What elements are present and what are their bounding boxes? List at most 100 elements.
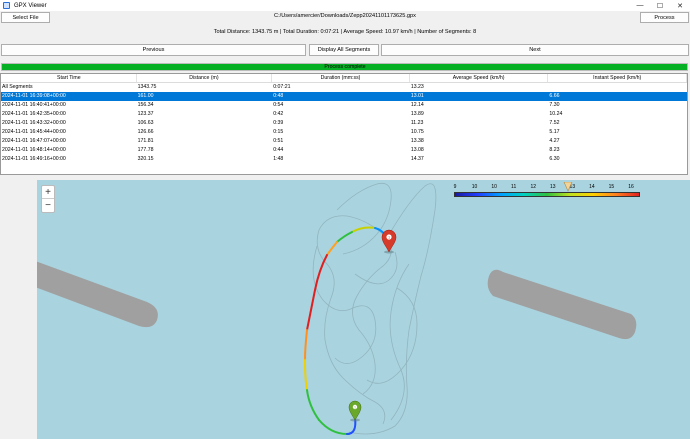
table-row[interactable]: 2024-11-01 16:39:08+00:00 161.00 0:48 13.01… (1, 92, 687, 101)
table-cell: All Segments (2, 84, 33, 90)
table-cell: 123.37 (137, 111, 154, 117)
table-cell: 1:48 (273, 156, 284, 162)
column-header[interactable]: Start Time (1, 74, 137, 82)
window-title: GPX Viewer (14, 2, 47, 9)
zoom-out-button[interactable]: − (42, 199, 54, 212)
table-cell: 6.30 (549, 156, 560, 162)
close-button[interactable]: ✕ (670, 0, 690, 11)
table-cell: 2024-11-01 16:43:32+00:00 (2, 120, 66, 126)
table-row[interactable]: 2024-11-01 16:42:35+00:00 123.37 0:42 13.89… (1, 110, 687, 119)
table-cell: 0:39 (273, 120, 284, 126)
column-header[interactable]: Distance (m) (137, 74, 273, 82)
legend-tick-label: 11 (511, 184, 517, 190)
legend-tick-label: 14 (589, 184, 595, 190)
table-cell: 5.17 (549, 129, 560, 135)
table-cell: 126.66 (137, 129, 154, 135)
table-cell: 10.75 (410, 129, 424, 135)
svg-text:1: 1 (388, 236, 390, 240)
svg-text:1: 1 (354, 405, 356, 409)
table-row[interactable]: 2024-11-01 16:48:14+00:00 177.78 0:44 13.08… (1, 146, 687, 155)
table-row[interactable]: 2024-11-01 16:45:44+00:00 126.66 0:15 10.75… (1, 128, 687, 137)
minimize-button[interactable]: — (630, 0, 650, 11)
previous-button[interactable]: Previous (1, 44, 306, 56)
table-cell: 161.00 (137, 93, 154, 99)
legend-indicator-icon (563, 182, 573, 192)
table-row[interactable]: All Segments 1343.75 0:07:21 13.23 (1, 83, 687, 92)
legend-tick-label: 16 (628, 184, 634, 190)
legend-ticks: 9 10 10 11 12 13 13 14 15 16 (454, 184, 640, 191)
table-cell: 2024-11-01 16:45:44+00:00 (2, 129, 66, 135)
table-cell: 6.66 (549, 93, 560, 99)
table-cell: 171.81 (137, 138, 154, 144)
legend-tick-label: 9 (453, 184, 457, 190)
table-cell: 4.27 (549, 138, 560, 144)
table-cell: 2024-11-01 16:49:16+00:00 (2, 156, 66, 162)
file-path-label: C:/Users/amercier/Downloads/Zepp20241101… (274, 13, 416, 19)
table-cell: 177.78 (137, 147, 154, 153)
legend-tick-label: 10 (491, 184, 497, 190)
table-cell: 7.52 (549, 120, 560, 126)
legend-color-bar (454, 192, 640, 197)
table-cell: 0:07:21 (273, 84, 291, 90)
zoom-in-button[interactable]: + (42, 186, 54, 199)
process-button[interactable]: Process (640, 12, 689, 23)
next-button[interactable]: Next (381, 44, 689, 56)
end-marker-icon[interactable]: 1 (381, 229, 397, 254)
table-cell: 2024-11-01 16:40:41+00:00 (2, 102, 66, 108)
table-cell: 11.23 (410, 120, 424, 126)
table-cell: 2024-11-01 16:39:08+00:00 (2, 93, 66, 99)
table-cell: 14.37 (410, 156, 424, 162)
table-cell: 13.38 (410, 138, 424, 144)
window-controls: — ☐ ✕ (630, 0, 690, 11)
table-cell: 7.30 (549, 102, 560, 108)
table-cell: 8.23 (549, 147, 560, 153)
table-cell: 13.23 (410, 84, 424, 90)
map-view[interactable]: 1 1 + − 9 10 10 11 12 13 13 14 15 16 (37, 180, 690, 439)
legend-tick-label: 10 (471, 184, 478, 190)
table-cell: 2024-11-01 16:48:14+00:00 (2, 147, 66, 153)
legend-tick-label: 12 (530, 184, 536, 190)
column-header[interactable]: Duration (mm:ss) (272, 74, 410, 82)
map-canvas: 1 1 (37, 182, 637, 435)
table-body: All Segments 1343.75 0:07:21 13.23 2024-11-0… (1, 83, 687, 164)
column-header[interactable]: Average Speed (km/h) (410, 74, 549, 82)
table-cell: 0:42 (273, 111, 284, 117)
table-cell: 13.08 (410, 147, 424, 153)
table-cell: 2024-11-01 16:47:07+00:00 (2, 138, 66, 144)
table-cell: 0:54 (273, 102, 284, 108)
maximize-button[interactable]: ☐ (650, 0, 670, 11)
table-cell: 0:48 (273, 93, 284, 99)
speed-color-legend: 9 10 10 11 12 13 13 14 15 16 (454, 182, 640, 202)
table-cell: 0:15 (273, 129, 284, 135)
table-cell: 0:51 (273, 138, 284, 144)
table-cell: 13.01 (410, 93, 424, 99)
legend-tick-label: 13 (549, 184, 556, 190)
title-bar: GPX Viewer — ☐ ✕ (0, 0, 690, 11)
app-icon (3, 2, 10, 9)
pier-left (37, 261, 158, 328)
table-cell: 106.63 (137, 120, 154, 126)
table-cell: 12.14 (410, 102, 424, 108)
segments-table[interactable]: Start Time Distance (m) Duration (mm:ss)… (0, 73, 688, 175)
table-header: Start Time Distance (m) Duration (mm:ss)… (1, 74, 687, 83)
display-all-segments-button[interactable]: Display All Segments (309, 44, 379, 56)
table-cell: 2024-11-01 16:42:35+00:00 (2, 111, 66, 117)
table-row[interactable]: 2024-11-01 16:49:16+00:00 320.15 1:48 14.37… (1, 155, 687, 164)
table-row[interactable]: 2024-11-01 16:47:07+00:00 171.81 0:51 13.38… (1, 137, 687, 146)
table-cell: 0:44 (273, 147, 284, 153)
table-row[interactable]: 2024-11-01 16:43:32+00:00 106.63 0:39 11.23… (1, 119, 687, 128)
progress-label: Process complete (324, 64, 366, 70)
column-header[interactable]: Instant Speed (km/h) (548, 74, 687, 82)
table-cell: 1343.75 (137, 84, 157, 90)
table-cell: 320.15 (137, 156, 154, 162)
table-cell: 156.34 (137, 102, 154, 108)
legend-tick-label: 15 (608, 184, 615, 190)
start-marker-icon[interactable]: 1 (348, 400, 362, 422)
summary-label: Total Distance: 1343.75 m | Total Durati… (213, 29, 477, 35)
zoom-control: + − (41, 185, 55, 213)
table-cell (548, 83, 687, 92)
table-cell: 13.89 (410, 111, 424, 117)
table-row[interactable]: 2024-11-01 16:40:41+00:00 156.34 0:54 12.14… (1, 101, 687, 110)
pier-right (487, 269, 637, 340)
other-tracks (312, 182, 437, 435)
